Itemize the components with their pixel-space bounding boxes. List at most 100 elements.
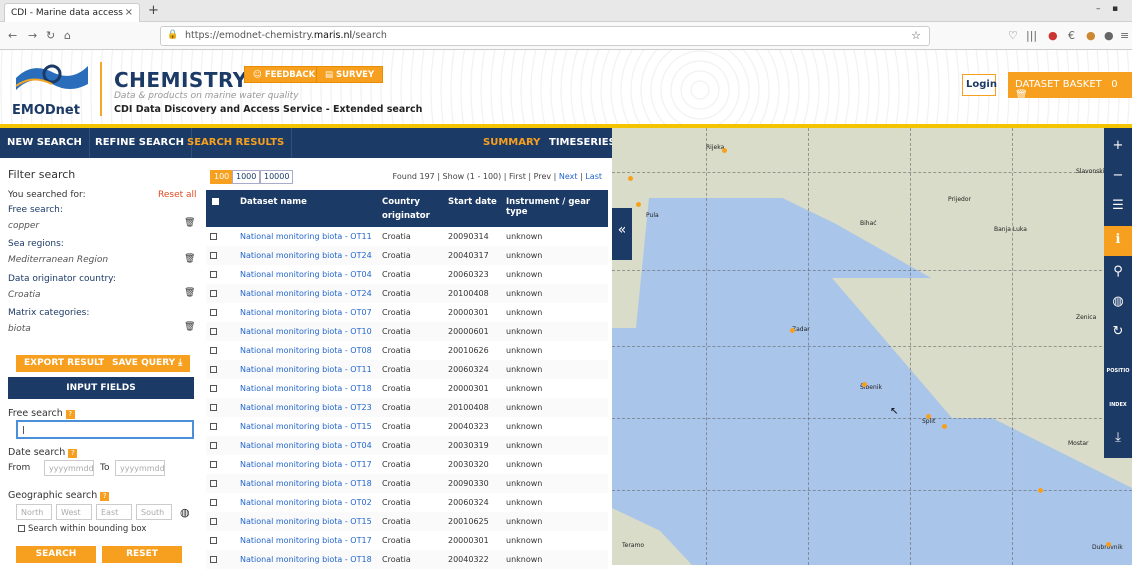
table-row[interactable]: National monitoring biota - OT04 Croatia 2… (206, 265, 608, 284)
data-marker[interactable] (1106, 542, 1111, 547)
search-button[interactable]: SEARCH (16, 546, 96, 563)
row-checkbox[interactable] (210, 442, 217, 449)
layers-settings-icon[interactable]: ☰ (1104, 192, 1132, 222)
dataset-name-link[interactable]: National monitoring biota - OT11 (240, 232, 372, 241)
west-input[interactable]: West (56, 504, 92, 520)
row-checkbox[interactable] (210, 290, 217, 297)
table-row[interactable]: National monitoring biota - OT07 Croatia 2… (206, 303, 608, 322)
forward-icon[interactable]: → (28, 29, 37, 42)
row-checkbox[interactable] (210, 385, 217, 392)
table-row[interactable]: National monitoring biota - OT15 Croatia 2… (206, 417, 608, 436)
refresh-icon[interactable]: ↻ (1104, 318, 1132, 348)
index-tool[interactable]: INDEX (1104, 390, 1132, 420)
table-row[interactable]: National monitoring biota - OT18 Croatia 2… (206, 550, 608, 569)
row-checkbox[interactable] (210, 347, 217, 354)
dataset-name-link[interactable]: National monitoring biota - OT24 (240, 289, 372, 298)
extension-icon[interactable]: ● (1048, 29, 1058, 42)
dataset-name-link[interactable]: National monitoring biota - OT18 (240, 384, 372, 393)
dataset-name-link[interactable]: National monitoring biota - OT07 (240, 308, 372, 317)
page-size-1000[interactable]: 1000 (232, 170, 261, 184)
bbox-checkbox[interactable]: Search within bounding box (18, 524, 146, 534)
table-row[interactable]: National monitoring biota - OT02 Croatia 2… (206, 493, 608, 512)
tab-timeseries[interactable]: TIMESERIES (542, 128, 623, 158)
map-view[interactable]: Rijeka Pula Slavonski Brod Prijedor Biha… (612, 128, 1132, 565)
table-row[interactable]: National monitoring biota - OT04 Croatia 2… (206, 436, 608, 455)
data-marker[interactable] (790, 328, 795, 333)
help-icon[interactable]: ? (65, 410, 75, 419)
data-marker[interactable] (1038, 488, 1043, 493)
checkbox-icon[interactable] (18, 525, 25, 532)
dataset-name-link[interactable]: National monitoring biota - OT02 (240, 498, 372, 507)
dataset-name-link[interactable]: National monitoring biota - OT17 (240, 460, 372, 469)
data-marker[interactable] (636, 202, 641, 207)
select-all-checkbox[interactable] (212, 198, 219, 205)
row-checkbox[interactable] (210, 271, 217, 278)
col-start-date[interactable]: Start date (448, 197, 497, 207)
remove-filter-icon[interactable]: 🗑 (184, 254, 195, 264)
location-icon[interactable]: ⚲ (1104, 258, 1132, 288)
remove-filter-icon[interactable]: 🗑 (184, 218, 195, 228)
table-row[interactable]: National monitoring biota - OT17 Croatia 2… (206, 531, 608, 550)
col-instrument[interactable]: Instrument / gear type (506, 197, 608, 217)
new-tab-icon[interactable]: + (148, 3, 159, 18)
help-icon[interactable]: ? (100, 492, 110, 501)
globe-icon[interactable]: ◍ (180, 506, 190, 519)
reset-button[interactable]: RESET (102, 546, 182, 563)
close-tab-icon[interactable]: × (125, 7, 133, 18)
extension-icon[interactable]: € (1068, 29, 1075, 42)
dataset-basket-button[interactable]: DATASET BASKET 0 🗑 (1008, 72, 1132, 101)
position-tool[interactable]: POSITIO (1104, 356, 1132, 386)
minimize-icon[interactable]: – (1096, 4, 1101, 14)
next-link[interactable]: Next (559, 172, 578, 181)
row-checkbox[interactable] (210, 518, 217, 525)
remove-filter-icon[interactable]: 🗑 (184, 322, 195, 332)
dataset-name-link[interactable]: National monitoring biota - OT04 (240, 270, 372, 279)
login-button[interactable]: Login (962, 74, 997, 96)
dataset-name-link[interactable]: National monitoring biota - OT15 (240, 422, 372, 431)
back-icon[interactable]: ← (8, 29, 17, 42)
table-row[interactable]: National monitoring biota - OT11 Croatia 2… (206, 360, 608, 379)
url-input[interactable]: 🔒 https://emodnet-chemistry.maris.nl/sea… (160, 26, 930, 46)
data-marker[interactable] (722, 148, 727, 153)
table-row[interactable]: National monitoring biota - OT08 Croatia 2… (206, 341, 608, 360)
zoom-in-icon[interactable]: + (1104, 132, 1132, 162)
south-input[interactable]: South (136, 504, 172, 520)
help-icon[interactable]: ? (68, 449, 78, 458)
row-checkbox[interactable] (210, 309, 217, 316)
data-marker[interactable] (628, 176, 633, 181)
extension-icon[interactable]: ● (1086, 29, 1096, 42)
reset-all-link[interactable]: Reset all (158, 190, 197, 200)
remove-filter-icon[interactable]: 🗑 (184, 288, 195, 298)
extension-icon[interactable]: ● (1104, 29, 1114, 42)
table-row[interactable]: National monitoring biota - OT23 Croatia 2… (206, 398, 608, 417)
dataset-name-link[interactable]: National monitoring biota - OT24 (240, 251, 372, 260)
col-dataset-name[interactable]: Dataset name (240, 197, 307, 207)
globe-icon[interactable]: ◍ (1104, 288, 1132, 318)
tab-new-search[interactable]: NEW SEARCH (0, 128, 90, 158)
browser-tab[interactable]: CDI - Marine data access × (4, 3, 140, 22)
table-row[interactable]: National monitoring biota - OT10 Croatia 2… (206, 322, 608, 341)
tab-search-results[interactable]: SEARCH RESULTS (180, 128, 293, 158)
table-row[interactable]: National monitoring biota - OT15 Croatia 2… (206, 512, 608, 531)
data-marker[interactable] (926, 414, 931, 419)
north-input[interactable]: North (16, 504, 52, 520)
reload-icon[interactable]: ↻ (46, 29, 55, 42)
free-search-input[interactable]: | (16, 420, 194, 439)
dataset-name-link[interactable]: National monitoring biota - OT08 (240, 346, 372, 355)
tab-refine-search[interactable]: REFINE SEARCH (88, 128, 192, 158)
pocket-icon[interactable]: ♡ (1008, 29, 1018, 42)
emodnet-logo[interactable]: EMODnet (12, 56, 92, 118)
zoom-out-icon[interactable]: − (1104, 162, 1132, 192)
last-link[interactable]: Last (585, 172, 602, 181)
table-row[interactable]: National monitoring biota - OT11 Croatia 2… (206, 227, 608, 246)
bookmark-star-icon[interactable]: ☆ (911, 29, 921, 42)
save-query-button[interactable]: SAVE QUERY ⤓ (104, 355, 191, 372)
download-icon[interactable]: ⤓ (1104, 424, 1132, 454)
row-checkbox[interactable] (210, 404, 217, 411)
dataset-name-link[interactable]: National monitoring biota - OT18 (240, 555, 372, 564)
date-from-input[interactable]: yyyymmdd (44, 460, 94, 476)
feedback-button[interactable]: ☺ FEEDBACK (244, 66, 325, 83)
dataset-name-link[interactable]: National monitoring biota - OT18 (240, 479, 372, 488)
date-to-input[interactable]: yyyymmdd (115, 460, 165, 476)
info-icon[interactable]: ℹ (1104, 226, 1132, 256)
